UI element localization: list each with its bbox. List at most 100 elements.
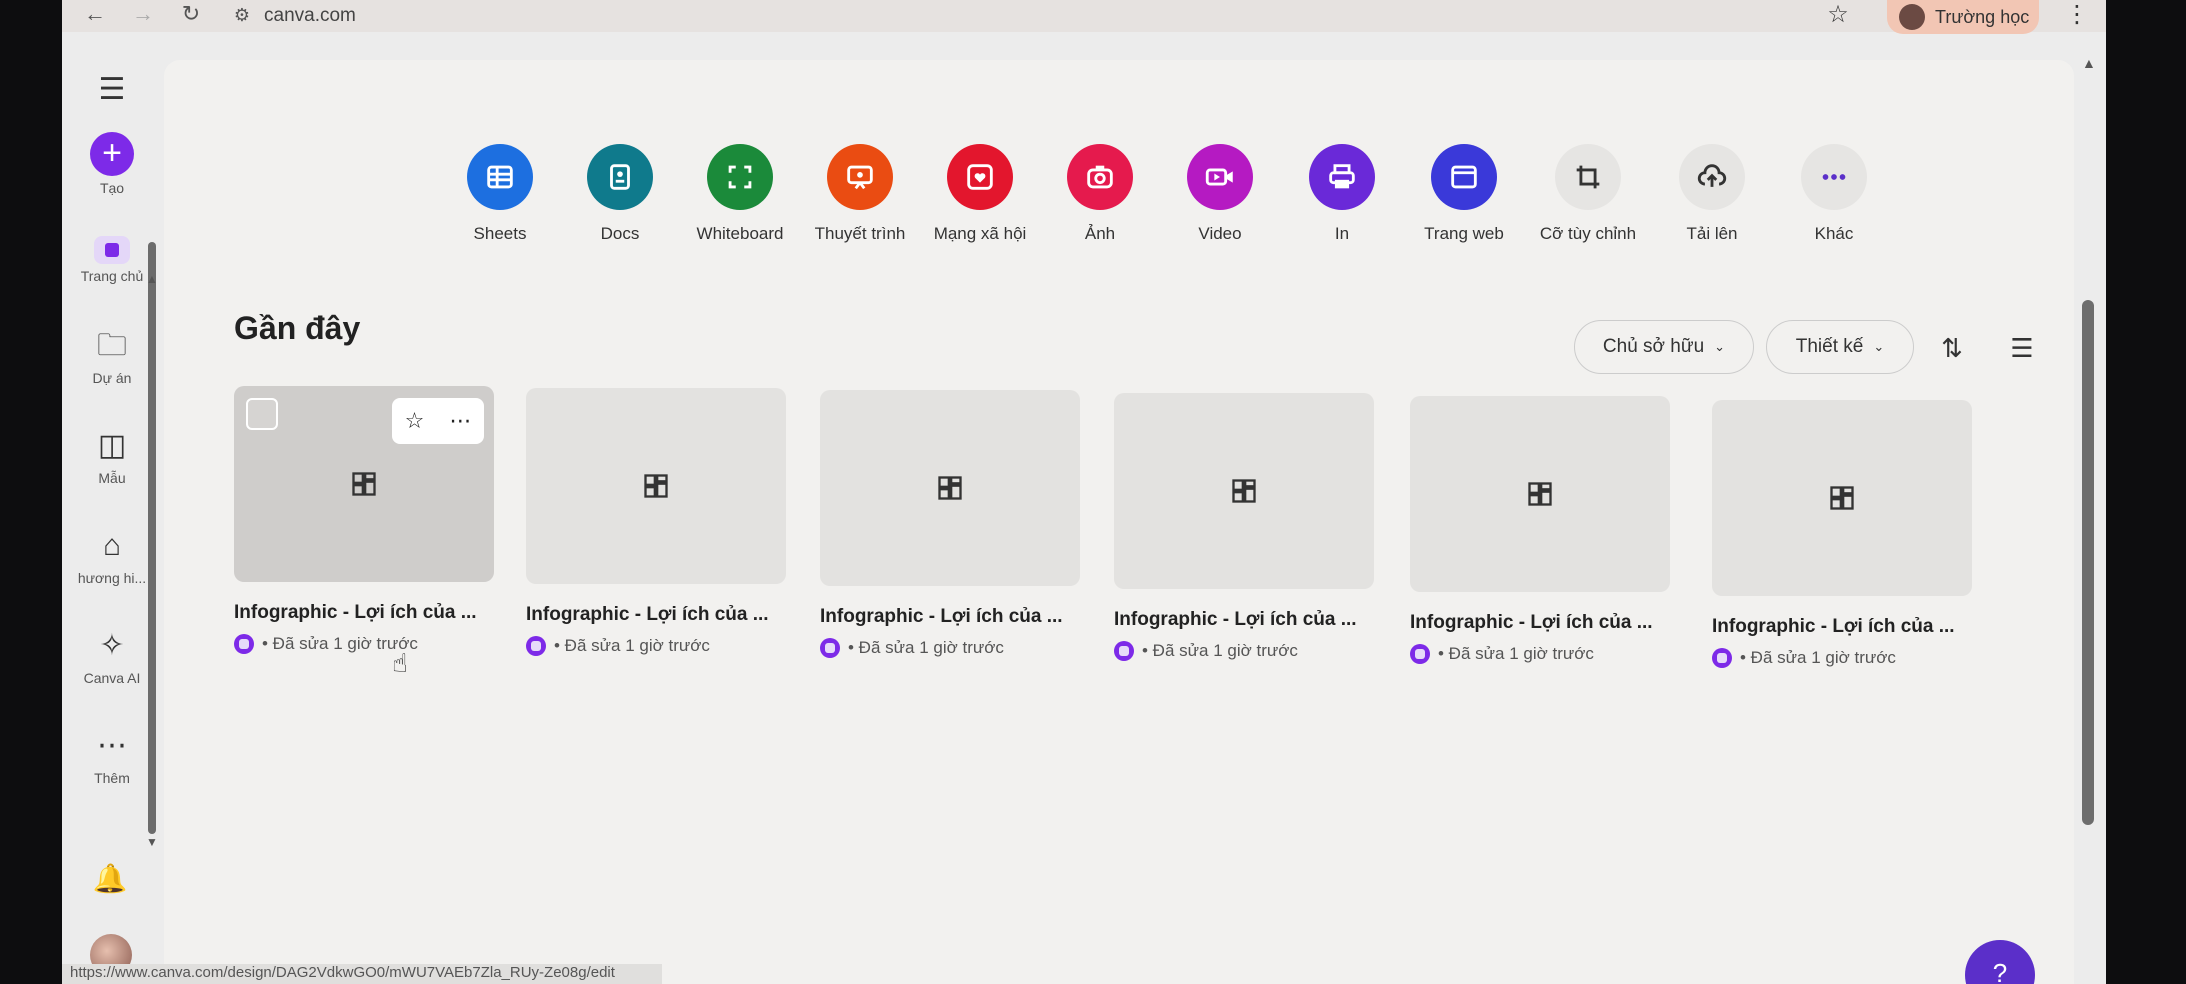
main-panel: Sheets Docs Whiteboard Thuyết trình Mạng… (164, 60, 2074, 984)
sidebar-item-canva-ai[interactable]: ✧ Canva AI (62, 626, 162, 686)
design-type-custom-size[interactable]: Cỡ tùy chỉnh (1528, 144, 1648, 244)
design-thumbnail[interactable] (820, 390, 1080, 586)
design-type-docs[interactable]: Docs (560, 144, 680, 244)
scroll-up-arrow-icon[interactable]: ▲ (2082, 55, 2096, 71)
forward-icon[interactable]: → (128, 1, 158, 31)
design-thumbnail[interactable] (1410, 396, 1670, 592)
design-thumbnail[interactable]: ☆ ⋯ (234, 386, 494, 582)
design-title[interactable]: Infographic - Lợi ích của ... (1114, 609, 1374, 631)
grid-layout-icon (352, 472, 376, 496)
design-title[interactable]: Infographic - Lợi ích của ... (1712, 616, 1972, 638)
design-type-label: Mạng xã hội (933, 224, 1027, 243)
chevron-down-icon: ⌄ (1714, 339, 1726, 354)
design-title[interactable]: Infographic - Lợi ích của ... (234, 602, 494, 624)
templates-icon: ◫ (97, 429, 127, 462)
browser-toolbar: ← → ↻ ⚙ canva.com ☆ Trường học ⋮ (62, 0, 2106, 34)
card-actions: ☆ ⋯ (392, 398, 484, 444)
sidebar-item-label: Tạo (99, 180, 125, 196)
sidebar-item-more[interactable]: ⋯ Thêm (62, 726, 162, 786)
sidebar-item-templates[interactable]: ◫ Mẫu (62, 426, 162, 486)
star-icon[interactable]: ☆ (405, 408, 425, 434)
design-type-social[interactable]: Mạng xã hội (920, 144, 1040, 244)
browser-menu-icon[interactable]: ⋮ (2062, 0, 2092, 32)
whiteboard-icon (707, 144, 773, 210)
hamburger-menu-icon[interactable]: ☰ (62, 70, 162, 110)
grid-layout-icon (938, 476, 962, 500)
grid-layout-icon (1232, 479, 1256, 503)
site-settings-icon[interactable]: ⚙ (228, 2, 256, 30)
sheets-icon (467, 144, 533, 210)
sidebar-item-label: Canva AI (83, 670, 141, 686)
design-title[interactable]: Infographic - Lợi ích của ... (526, 604, 786, 626)
sidebar-scrollbar[interactable] (148, 242, 156, 834)
team-icon (526, 636, 546, 656)
design-type-upload[interactable]: Tải lên (1652, 144, 1772, 244)
design-type-label: Tải lên (1686, 224, 1738, 243)
design-meta: • Đã sửa 1 giờ trước (1410, 644, 1670, 664)
edited-time: • Đã sửa 1 giờ trước (848, 638, 1004, 657)
design-thumbnail[interactable] (1712, 400, 1972, 596)
social-icon (947, 144, 1013, 210)
plus-icon: + (90, 132, 134, 176)
screen: ← → ↻ ⚙ canva.com ☆ Trường học ⋮ ☰ + Tạo… (62, 0, 2106, 984)
design-type-whiteboard[interactable]: Whiteboard (680, 144, 800, 244)
design-type-sheets[interactable]: Sheets (440, 144, 560, 244)
bookmark-star-icon[interactable]: ☆ (1820, 0, 1856, 32)
design-card[interactable]: Infographic - Lợi ích của ... • Đã sửa 1… (1114, 393, 1374, 661)
profile-avatar (1899, 4, 1925, 30)
design-type-video[interactable]: Video (1160, 144, 1280, 244)
scroll-down-arrow-icon[interactable]: ▼ (146, 835, 158, 849)
section-title: Gần đây (234, 310, 361, 346)
design-title[interactable]: Infographic - Lợi ích của ... (1410, 612, 1670, 634)
edited-time: • Đã sửa 1 giờ trước (1438, 644, 1594, 663)
design-thumbnail[interactable] (526, 388, 786, 584)
sort-icon[interactable]: ⇅ (1932, 328, 1972, 368)
type-filter-dropdown[interactable]: Thiết kế ⌄ (1766, 320, 1914, 374)
design-type-presentation[interactable]: Thuyết trình (800, 144, 920, 244)
design-card[interactable]: Infographic - Lợi ích của ... • Đã sửa 1… (1410, 396, 1670, 664)
design-title[interactable]: Infographic - Lợi ích của ... (820, 606, 1080, 628)
owner-filter-dropdown[interactable]: Chủ sở hữu ⌄ (1574, 320, 1754, 374)
list-view-icon[interactable]: ☰ (2002, 328, 2042, 368)
scroll-up-arrow-icon[interactable]: ▲ (146, 272, 158, 286)
design-meta: • Đã sửa 1 giờ trước (526, 636, 786, 656)
design-type-label: Khác (1814, 224, 1854, 243)
design-type-label: Ảnh (1084, 224, 1116, 243)
design-type-label: Cỡ tùy chỉnh (1539, 224, 1637, 243)
design-type-website[interactable]: Trang web (1404, 144, 1524, 244)
bell-icon[interactable]: 🔔 (90, 862, 130, 895)
design-meta: • Đã sửa 1 giờ trước (234, 634, 494, 654)
sidebar-item-brand[interactable]: ⌂ hương hi... (62, 526, 162, 586)
team-icon (820, 638, 840, 658)
print-icon (1309, 144, 1375, 210)
design-card[interactable]: Infographic - Lợi ích của ... • Đã sửa 1… (1712, 400, 1972, 668)
status-bar-url: https://www.canva.com/design/DAG2VdkwGO0… (62, 964, 662, 984)
back-icon[interactable]: ← (80, 1, 110, 31)
select-checkbox[interactable] (246, 398, 278, 430)
hamburger-icon: ☰ (98, 73, 126, 106)
design-card[interactable]: ☆ ⋯ Infographic - Lợi ích của ... • Đã s… (234, 386, 494, 654)
design-type-more[interactable]: Khác (1774, 144, 1894, 244)
brand-icon: ⌂ (102, 529, 122, 562)
design-type-label: Thuyết trình (814, 224, 906, 243)
folder-icon: 🗀 (97, 329, 127, 362)
video-icon (1187, 144, 1253, 210)
reload-icon[interactable]: ↻ (176, 1, 206, 31)
sidebar-item-create[interactable]: + Tạo (62, 132, 162, 196)
sidebar-item-projects[interactable]: 🗀 Dự án (62, 326, 162, 386)
address-bar[interactable]: canva.com (264, 5, 356, 27)
custom-size-icon (1555, 144, 1621, 210)
design-thumbnail[interactable] (1114, 393, 1374, 589)
design-card[interactable]: Infographic - Lợi ích của ... • Đã sửa 1… (526, 388, 786, 656)
grid-layout-icon (644, 474, 668, 498)
more-icon (1801, 144, 1867, 210)
more-options-icon[interactable]: ⋯ (449, 408, 471, 434)
grid-layout-icon (1830, 486, 1854, 510)
design-type-label: Trang web (1424, 224, 1504, 243)
design-type-photo[interactable]: Ảnh (1040, 144, 1160, 244)
profile-chip[interactable]: Trường học (1887, 0, 2039, 34)
design-type-print[interactable]: In (1282, 144, 1402, 244)
grid-layout-icon (1528, 482, 1552, 506)
design-card[interactable]: Infographic - Lợi ích của ... • Đã sửa 1… (820, 390, 1080, 658)
page-scrollbar[interactable] (2082, 300, 2094, 825)
